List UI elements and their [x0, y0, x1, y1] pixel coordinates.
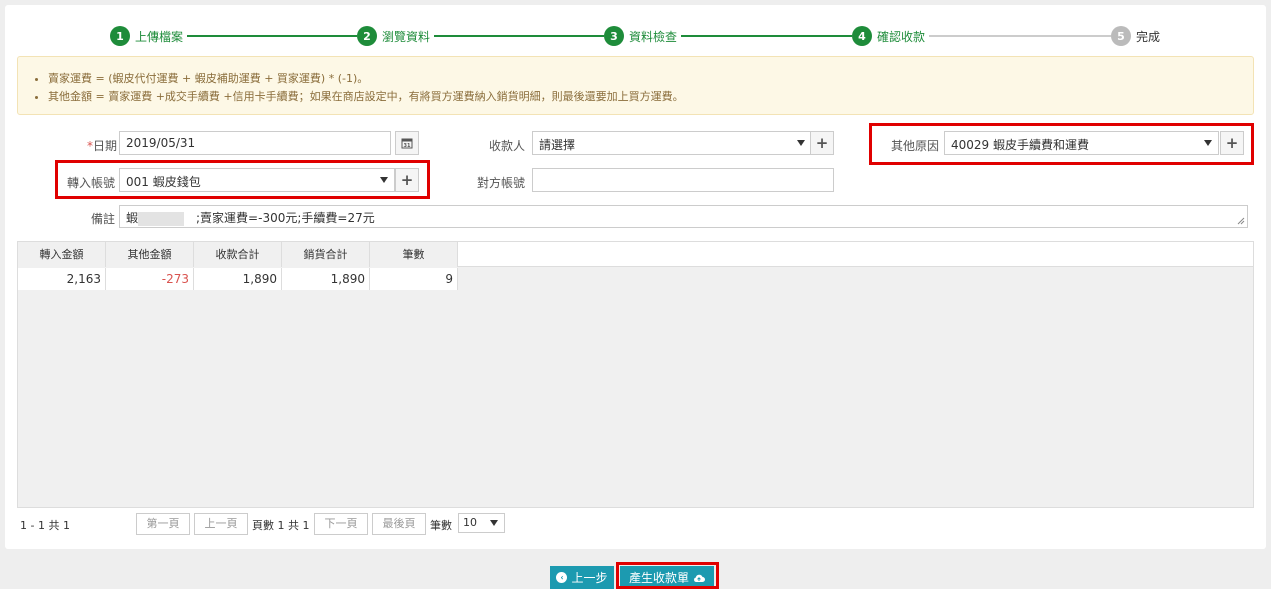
notice-line: 賣家運費 = (蝦皮代付運費 + 蝦皮補助運費 + 買家運費) * (-1)。 [48, 70, 1253, 88]
step-label: 上傳檔案 [135, 29, 184, 44]
note-prefix: 蝦 [126, 211, 139, 225]
calendar-button[interactable]: 31 [395, 131, 419, 155]
table-cell: 9 [370, 268, 458, 290]
table-cell: 1,890 [282, 268, 370, 290]
blurred-text [138, 211, 185, 226]
note-label: 備註 [90, 212, 115, 226]
table-cell: 1,890 [194, 268, 282, 290]
step-label: 瀏覽資料 [382, 29, 431, 44]
progress-stepper: 1 上傳檔案 2 瀏覽資料 3 資料檢查 4 確認收款 5 完成 [5, 23, 1266, 49]
step-connector [927, 35, 1111, 37]
date-label-text: 日期 [92, 139, 117, 153]
counter-account-input[interactable] [532, 168, 834, 192]
back-label: 上一步 [571, 571, 608, 585]
back-button[interactable]: ‹ 上一步 [550, 566, 614, 589]
step-confirm: 4 確認收款 [852, 25, 930, 47]
step-complete: 5 完成 [1111, 25, 1165, 47]
chevron-left-icon: ‹ [556, 572, 568, 583]
last-page-button[interactable]: 最後頁 [372, 513, 426, 535]
column-header[interactable]: 轉入金額 [18, 242, 106, 267]
rows-per-page-value: 10 [463, 516, 477, 529]
table-cell: 2,163 [18, 268, 106, 290]
calendar-icon: 31 [401, 138, 413, 149]
note-value: ;賣家運費=-300元;手續費=27元 [196, 211, 375, 225]
page-info: 頁數 1 共 1 [252, 519, 310, 532]
step-connector [679, 35, 857, 37]
step-connector [185, 35, 363, 37]
rows-per-page-label: 筆數 [430, 519, 452, 532]
highlight-frame [55, 160, 430, 199]
step-label: 資料檢查 [629, 29, 678, 44]
notice-line: 其他金額 = 賣家運費 +成交手續費 +信用卡手續費；如果在商店設定中，有將買方… [48, 88, 1253, 106]
rows-per-page-select[interactable]: 10 [458, 513, 505, 533]
step-upload: 1 上傳檔案 [110, 25, 188, 47]
column-header[interactable]: 筆數 [370, 242, 458, 267]
resize-handle-icon[interactable] [1235, 215, 1245, 225]
next-page-button[interactable]: 下一頁 [314, 513, 368, 535]
step-label: 完成 [1136, 29, 1161, 44]
date-input[interactable]: 2019/05/31 [119, 131, 391, 155]
step-number: 2 [357, 26, 377, 46]
prev-page-button[interactable]: 上一頁 [194, 513, 248, 535]
step-number: 4 [852, 26, 872, 46]
chevron-down-icon [490, 520, 498, 526]
payee-value: 請選擇 [539, 138, 576, 152]
column-header[interactable]: 收款合計 [194, 242, 282, 267]
pager-summary: 1 - 1 共 1 [20, 519, 70, 532]
step-label: 確認收款 [877, 29, 926, 44]
step-connector [433, 35, 611, 37]
highlight-frame [869, 123, 1254, 165]
add-payee-button[interactable]: + [810, 131, 834, 155]
note-textarea[interactable]: 蝦 ;賣家運費=-300元;手續費=27元 [119, 205, 1248, 228]
step-number: 3 [604, 26, 624, 46]
highlight-frame [616, 562, 719, 589]
step-browse: 2 瀏覽資料 [357, 25, 435, 47]
step-check: 3 資料檢查 [604, 25, 682, 47]
payee-select[interactable]: 請選擇 [532, 131, 812, 155]
date-label: *日期 [65, 137, 117, 154]
notice-box: 賣家運費 = (蝦皮代付運費 + 蝦皮補助運費 + 買家運費) * (-1)。 … [17, 56, 1254, 115]
summary-table: 轉入金額 其他金額 收款合計 銷貨合計 筆數 2,163 -273 1,890 … [17, 241, 1254, 508]
plus-icon: + [815, 134, 829, 152]
step-number: 1 [110, 26, 130, 46]
chevron-down-icon [797, 140, 805, 146]
svg-text:31: 31 [404, 143, 411, 149]
header-filler [458, 242, 1253, 267]
first-page-button[interactable]: 第一頁 [136, 513, 190, 535]
column-header[interactable]: 其他金額 [106, 242, 194, 267]
table-cell: -273 [106, 268, 194, 290]
table-header: 轉入金額 其他金額 收款合計 銷貨合計 筆數 [18, 242, 1253, 267]
counter-account-label: 對方帳號 [476, 176, 525, 190]
main-panel: 1 上傳檔案 2 瀏覽資料 3 資料檢查 4 確認收款 5 完成 賣家運費 = … [5, 5, 1266, 549]
column-header[interactable]: 銷貨合計 [282, 242, 370, 267]
payee-label: 收款人 [488, 139, 525, 153]
step-number: 5 [1111, 26, 1131, 46]
